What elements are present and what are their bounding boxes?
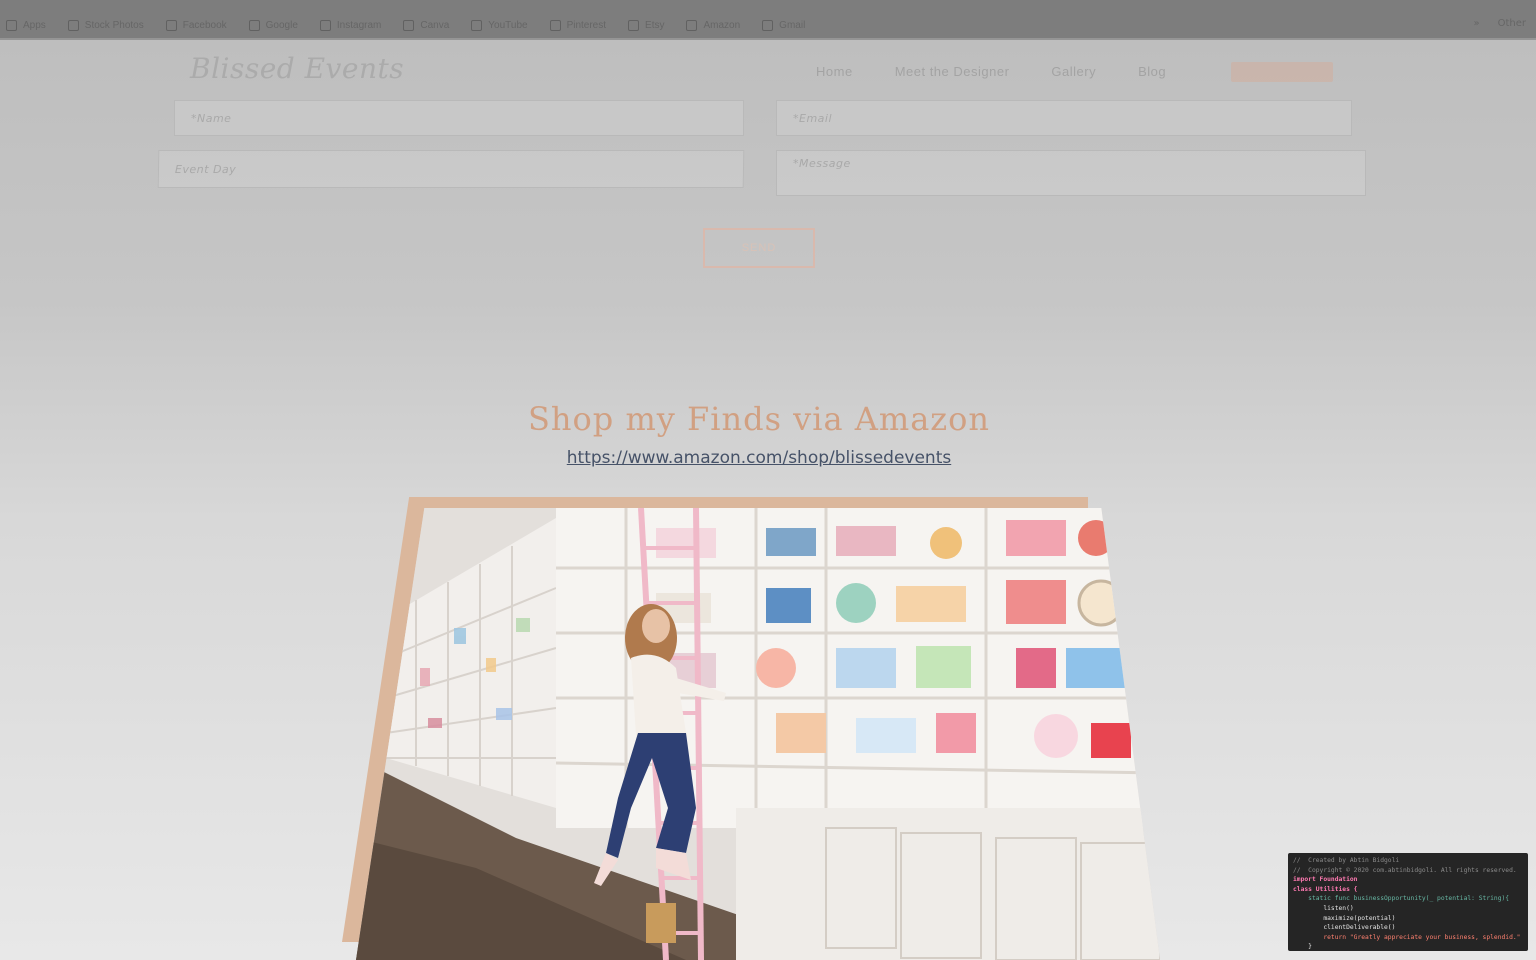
bookmark-favicon-icon bbox=[165, 19, 177, 31]
bookmark-label: Google bbox=[265, 19, 298, 31]
code-line: return "Greatly appreciate your business… bbox=[1293, 933, 1521, 941]
message-field[interactable]: *Message bbox=[776, 150, 1366, 196]
bookmark-label: Facebook bbox=[182, 19, 227, 31]
other-bookmarks-folder[interactable]: Other bbox=[1498, 18, 1526, 29]
site-logo[interactable]: Blissed Events bbox=[190, 52, 404, 85]
code-line: class Utilities { bbox=[1293, 885, 1358, 893]
code-line: listen() bbox=[1293, 904, 1354, 912]
nav-blog[interactable]: Blog bbox=[1138, 64, 1166, 79]
bookmark-label: Canva bbox=[420, 19, 450, 31]
main-nav: Home Meet the Designer Gallery Blog bbox=[816, 64, 1166, 79]
bookmark-favicon-icon bbox=[248, 19, 260, 31]
bookmark-favicon-icon bbox=[6, 19, 17, 31]
bookmark-favicon-icon bbox=[403, 19, 415, 31]
code-line: static func businessOpportunity(_ potent… bbox=[1293, 895, 1510, 903]
designer-shelves-photo bbox=[356, 508, 1160, 960]
bookmark-favicon-icon bbox=[319, 19, 331, 31]
nav-home[interactable]: Home bbox=[816, 64, 853, 79]
nav-meet-the-designer[interactable]: Meet the Designer bbox=[895, 64, 1010, 79]
code-line: maximize(potential) bbox=[1293, 914, 1396, 922]
code-line: import Foundation bbox=[1293, 876, 1358, 884]
nav-contact-button[interactable] bbox=[1231, 62, 1333, 82]
bookmark-item[interactable]: Facebook bbox=[165, 19, 227, 31]
bookmark-label: Apps bbox=[23, 19, 46, 31]
amazon-shop-link[interactable]: https://www.amazon.com/shop/blissedevent… bbox=[0, 448, 1518, 468]
bookmark-label: Amazon bbox=[703, 19, 741, 31]
bookmark-item[interactable]: Pinterest bbox=[549, 19, 607, 31]
bookmark-item[interactable]: Apps bbox=[6, 19, 46, 31]
bookmark-label: Gmail bbox=[779, 19, 806, 31]
bookmarks-more-icon[interactable]: » bbox=[1473, 18, 1479, 29]
code-line: // Created by Abtin Bidgoli bbox=[1293, 857, 1400, 864]
bookmark-label: Etsy bbox=[645, 19, 665, 31]
bookmark-item[interactable]: Instagram bbox=[319, 19, 382, 31]
bookmarks-overflow: » Other bbox=[1473, 18, 1526, 29]
site-header: Blissed Events Home Meet the Designer Ga… bbox=[0, 42, 1536, 102]
email-field[interactable]: *Email bbox=[776, 100, 1352, 136]
code-line: } bbox=[1293, 943, 1312, 951]
send-button[interactable]: SEND bbox=[703, 228, 815, 268]
bookmark-item[interactable]: YouTube bbox=[471, 19, 528, 31]
event-day-field[interactable]: Event Day bbox=[157, 150, 745, 188]
shop-title: Shop my Finds via Amazon bbox=[528, 400, 990, 438]
bookmark-item[interactable]: Canva bbox=[403, 19, 450, 31]
bookmark-item[interactable]: Google bbox=[248, 19, 298, 31]
bookmark-favicon-icon bbox=[628, 19, 640, 31]
bookmark-item[interactable]: Etsy bbox=[628, 19, 665, 31]
code-line: clientDeliverable() bbox=[1293, 924, 1396, 932]
code-line: // Copyright © 2020 com.abtinbidgoli. Al… bbox=[1293, 866, 1517, 874]
bookmark-item[interactable]: Stock Photos bbox=[67, 19, 144, 31]
bookmark-favicon-icon bbox=[67, 19, 79, 31]
bookmark-label: Stock Photos bbox=[84, 19, 144, 31]
bookmark-label: YouTube bbox=[488, 19, 528, 31]
bookmarks-bar: Apps Stock Photos Facebook Google Instagram C… bbox=[0, 0, 1536, 40]
nav-gallery[interactable]: Gallery bbox=[1051, 64, 1096, 79]
bookmark-item[interactable]: Gmail bbox=[762, 19, 806, 31]
bookmark-favicon-icon bbox=[686, 19, 698, 31]
code-snippet: // Created by Abtin Bidgoli // Copyright … bbox=[1288, 853, 1528, 951]
bookmark-favicon-icon bbox=[549, 19, 561, 31]
name-field[interactable]: *Name bbox=[174, 100, 744, 136]
bookmark-favicon-icon bbox=[471, 19, 483, 31]
bookmark-favicon-icon bbox=[762, 19, 774, 31]
bookmark-label: Instagram bbox=[336, 19, 382, 31]
bookmark-label: Pinterest bbox=[566, 19, 607, 31]
bookmark-item[interactable]: Amazon bbox=[686, 19, 741, 31]
